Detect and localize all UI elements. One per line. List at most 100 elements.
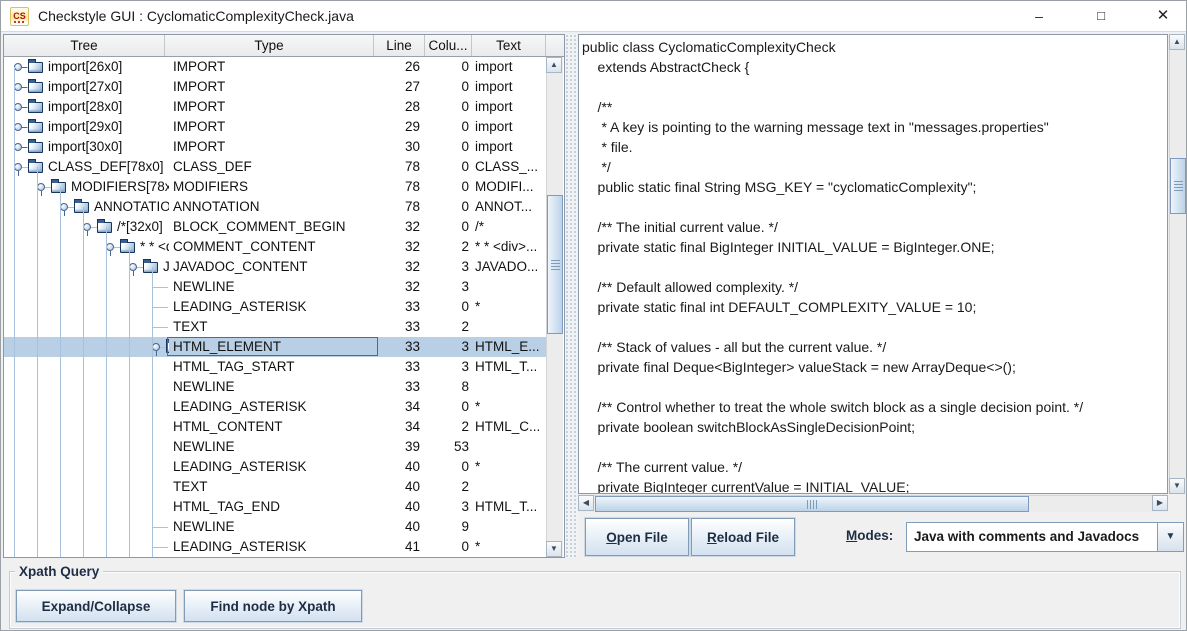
modes-combobox[interactable]: Java with comments and Javadocs ▼ bbox=[906, 522, 1184, 552]
tree-table-row[interactable]: TEXT402 bbox=[4, 477, 547, 497]
tree-cell bbox=[4, 437, 169, 457]
scroll-down-button[interactable]: ▼ bbox=[1169, 478, 1185, 494]
text-cell: CLASS_... bbox=[475, 157, 545, 177]
find-node-by-xpath-button[interactable]: Find node by Xpath bbox=[184, 590, 362, 622]
expand-handle-icon[interactable] bbox=[14, 103, 22, 111]
tree-cell: MODIFIERS[78x0] bbox=[4, 177, 169, 197]
column-cell: 0 bbox=[425, 117, 469, 137]
expand-handle-icon[interactable] bbox=[14, 63, 22, 71]
text-cell: * * <div>... bbox=[475, 237, 545, 257]
column-header-colu[interactable]: Colu... bbox=[425, 35, 472, 56]
tree-table-row[interactable]: NEWLINE338 bbox=[4, 377, 547, 397]
source-code-text: public class CyclomaticComplexityCheck e… bbox=[579, 35, 1167, 494]
scroll-thumb[interactable] bbox=[595, 496, 1029, 512]
collapse-handle-icon[interactable] bbox=[83, 223, 91, 231]
column-header-line[interactable]: Line bbox=[374, 35, 425, 56]
type-cell: TEXT bbox=[173, 477, 371, 497]
tree-connector bbox=[152, 527, 168, 528]
split-pane-divider[interactable] bbox=[565, 34, 578, 558]
open-file-button[interactable]: Open File bbox=[585, 518, 689, 556]
code-horizontal-scrollbar[interactable]: ◀ ▶ bbox=[578, 494, 1168, 512]
modes-selected-value: Java with comments and Javadocs bbox=[914, 523, 1139, 551]
column-header-text[interactable]: Text bbox=[472, 35, 546, 56]
reload-file-button[interactable]: Reload File bbox=[691, 518, 795, 556]
line-cell: 32 bbox=[374, 257, 420, 277]
folder-icon bbox=[97, 222, 112, 233]
tree-table-row[interactable]: TEXT332 bbox=[4, 317, 547, 337]
collapse-handle-icon[interactable] bbox=[14, 163, 22, 171]
collapse-handle-icon[interactable] bbox=[60, 203, 68, 211]
text-cell: * bbox=[475, 297, 545, 317]
column-cell: 2 bbox=[425, 477, 469, 497]
combo-dropdown-arrow-icon[interactable]: ▼ bbox=[1157, 523, 1183, 551]
scroll-track[interactable] bbox=[1169, 50, 1185, 478]
scroll-left-button[interactable]: ◀ bbox=[578, 495, 594, 511]
expand-handle-icon[interactable] bbox=[14, 83, 22, 91]
tree-node-label: ANNOTATION[78x0] bbox=[94, 197, 169, 217]
tree-table-row[interactable]: LEADING_ASTERISK410* bbox=[4, 537, 547, 557]
minimize-button[interactable]: – bbox=[1016, 1, 1062, 31]
scroll-up-button[interactable]: ▲ bbox=[1169, 34, 1185, 50]
text-cell bbox=[475, 437, 545, 457]
tree-table-row[interactable]: import[28x0]IMPORT280import bbox=[4, 97, 547, 117]
tree-table-row[interactable]: NEWLINE409 bbox=[4, 517, 547, 537]
type-cell: TEXT bbox=[173, 317, 371, 337]
tree-table-row[interactable]: HTML_TAG_START333HTML_T... bbox=[4, 357, 547, 377]
tree-cell: CLASS_DEF[78x0] bbox=[4, 157, 169, 177]
column-header-type[interactable]: Type bbox=[165, 35, 374, 56]
scroll-up-button[interactable]: ▲ bbox=[546, 57, 562, 73]
expand-handle-icon[interactable] bbox=[14, 143, 22, 151]
tree-table-row[interactable]: HTML_CONTENT342HTML_C... bbox=[4, 417, 547, 437]
titlebar: CS Checkstyle GUI : CyclomaticComplexity… bbox=[1, 1, 1186, 32]
tree-table-row[interactable]: MODIFIERS[78x0]MODIFIERS780MODIFI... bbox=[4, 177, 547, 197]
tree-table-row[interactable]: LEADING_ASTERISK340* bbox=[4, 397, 547, 417]
type-cell: NEWLINE bbox=[173, 437, 371, 457]
tree-table-row[interactable]: HTML_ELEMENT333HTML_E... bbox=[4, 337, 547, 357]
tree-cell bbox=[4, 417, 169, 437]
tree-table-row[interactable]: JAVADOC_CONTENTJAVADOC_CONTENT323JAVADO.… bbox=[4, 257, 547, 277]
tree-cell: /*[32x0] bbox=[4, 217, 169, 237]
scroll-track[interactable] bbox=[546, 73, 563, 541]
column-header-tree[interactable]: Tree bbox=[4, 35, 165, 56]
line-cell: 33 bbox=[374, 377, 420, 397]
tree-table-row[interactable]: HTML_TAG_END403HTML_T... bbox=[4, 497, 547, 517]
text-cell: * bbox=[475, 397, 545, 417]
folder-icon bbox=[28, 102, 43, 113]
scroll-right-button[interactable]: ▶ bbox=[1152, 495, 1168, 511]
column-cell: 2 bbox=[425, 237, 469, 257]
tree-table-row[interactable]: import[26x0]IMPORT260import bbox=[4, 57, 547, 77]
type-cell: NEWLINE bbox=[173, 277, 371, 297]
scroll-down-button[interactable]: ▼ bbox=[546, 541, 562, 557]
scroll-thumb[interactable] bbox=[547, 195, 563, 334]
line-cell: 40 bbox=[374, 517, 420, 537]
tree-table-row[interactable]: NEWLINE3953 bbox=[4, 437, 547, 457]
table-vertical-scrollbar[interactable]: ▲ ▼ bbox=[546, 57, 563, 557]
tree-table-row[interactable]: LEADING_ASTERISK400* bbox=[4, 457, 547, 477]
expand-handle-icon[interactable] bbox=[14, 123, 22, 131]
close-button[interactable]: ✕ bbox=[1140, 1, 1186, 31]
collapse-handle-icon[interactable] bbox=[129, 263, 137, 271]
type-cell: IMPORT bbox=[173, 77, 371, 97]
expand-collapse-button[interactable]: Expand/Collapse bbox=[16, 590, 176, 622]
tree-table-row[interactable]: import[29x0]IMPORT290import bbox=[4, 117, 547, 137]
code-vertical-scrollbar[interactable]: ▲ ▼ bbox=[1168, 34, 1186, 494]
tree-table-row[interactable]: import[30x0]IMPORT300import bbox=[4, 137, 547, 157]
tree-table-row[interactable]: * * <div>...COMMENT_CONTENT322* * <div>.… bbox=[4, 237, 547, 257]
tree-table-row[interactable]: CLASS_DEF[78x0]CLASS_DEF780CLASS_... bbox=[4, 157, 547, 177]
collapse-handle-icon[interactable] bbox=[37, 183, 45, 191]
tree-table-row[interactable]: import[27x0]IMPORT270import bbox=[4, 77, 547, 97]
type-cell: CLASS_DEF bbox=[173, 157, 371, 177]
tree-table-row[interactable]: /*[32x0]BLOCK_COMMENT_BEGIN320/* bbox=[4, 217, 547, 237]
scroll-thumb[interactable] bbox=[1170, 158, 1186, 214]
tree-node-label: MODIFIERS[78x0] bbox=[71, 177, 169, 197]
column-cell: 2 bbox=[425, 317, 469, 337]
tree-table-row[interactable]: LEADING_ASTERISK330* bbox=[4, 297, 547, 317]
tree-node-label: /*[32x0] bbox=[117, 217, 163, 237]
scroll-track[interactable] bbox=[594, 495, 1152, 511]
tree-table-row[interactable]: ANNOTATION[78x0]ANNOTATION780ANNOT... bbox=[4, 197, 547, 217]
collapse-handle-icon[interactable] bbox=[106, 243, 114, 251]
tree-table-row[interactable]: NEWLINE323 bbox=[4, 277, 547, 297]
source-code-area[interactable]: public class CyclomaticComplexityCheck e… bbox=[578, 34, 1168, 494]
collapse-handle-icon[interactable] bbox=[152, 343, 160, 351]
maximize-button[interactable]: □ bbox=[1078, 1, 1124, 31]
